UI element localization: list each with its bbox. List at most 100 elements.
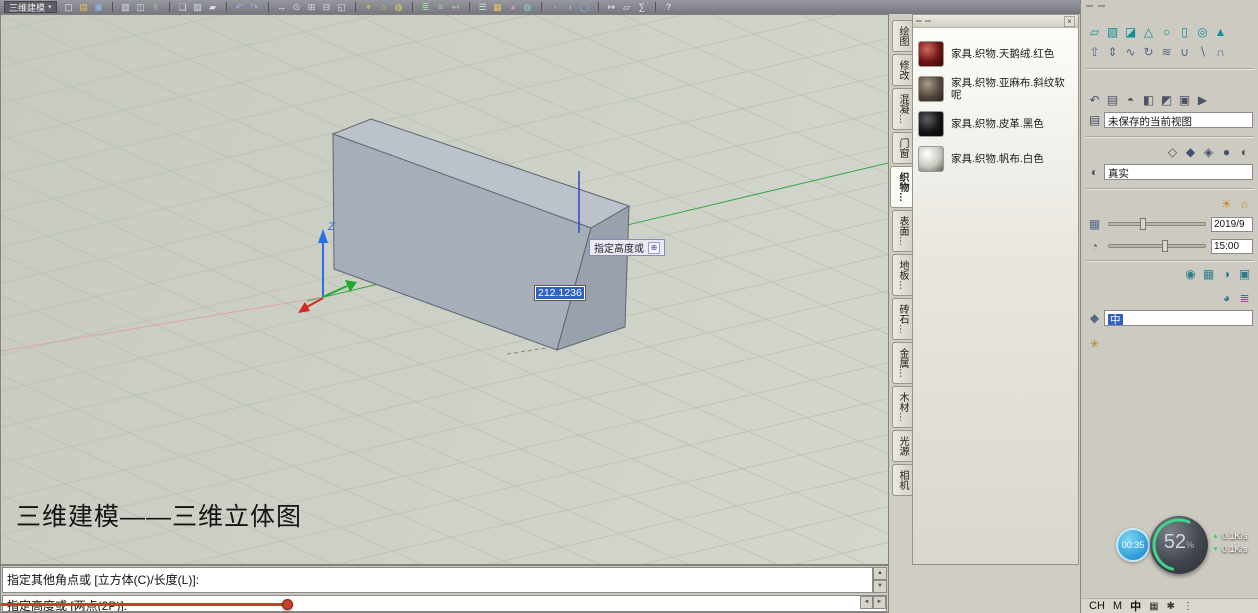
date-slider[interactable] — [1108, 222, 1206, 226]
video-progress-bar[interactable] — [1, 603, 287, 606]
redo-icon[interactable]: ↷ — [249, 1, 261, 13]
union-icon[interactable]: ∪ — [1176, 44, 1193, 60]
model-viewport[interactable]: Z 指定高度或 ⊕ 212.1236 三维建模——三维立体图 — [0, 14, 889, 565]
materials-icon[interactable]: ◕ — [507, 1, 519, 13]
paste-icon[interactable]: ▨ — [192, 1, 204, 13]
render-statistics-icon[interactable]: ≣ — [1236, 290, 1253, 306]
palette-tab-fabric[interactable]: 织物… — [890, 166, 912, 208]
ime-more-icon[interactable]: ⋮ — [1183, 601, 1193, 612]
view-undo-icon[interactable]: ↶ — [1086, 92, 1103, 108]
memory-usage-ball[interactable]: 52 % — [1150, 516, 1208, 574]
palette-grip-icon[interactable]: ▬ — [916, 18, 922, 24]
visual-style-combo[interactable]: 真实 — [1104, 164, 1253, 180]
ime-lang[interactable]: CH — [1089, 600, 1105, 612]
revolve-icon[interactable]: ↻ — [1140, 44, 1157, 60]
palette-tab-draw[interactable]: 绘图 — [892, 20, 912, 52]
box-icon[interactable]: ▧ — [1104, 24, 1121, 40]
scroll-left-icon[interactable]: ◄ — [860, 596, 873, 609]
render-presets-icon[interactable]: ◍ — [522, 1, 534, 13]
quickcalc-icon[interactable]: ∑ — [636, 1, 648, 13]
ime-mode[interactable]: 中 — [1130, 598, 1141, 613]
material-item-white-canvas[interactable]: 家具.织物.帆布.白色 — [918, 141, 1073, 176]
named-views-icon[interactable]: ▤ — [1104, 92, 1121, 108]
render-preset-icon[interactable]: ◆ — [1086, 310, 1103, 326]
palette-tab-doors[interactable]: 门窗 — [892, 132, 912, 164]
zoom-realtime-icon[interactable]: ⊙ — [291, 1, 303, 13]
orbit-icon[interactable]: ◔ — [549, 1, 561, 13]
palette-grip-icon[interactable]: ▬ — [925, 18, 931, 24]
layer-properties-icon[interactable]: ≣ — [420, 1, 432, 13]
render-icon[interactable]: ◉ — [1182, 266, 1199, 282]
panel-title-grips[interactable]: ▬ ▬ — [1086, 2, 1105, 10]
tool-palettes-icon[interactable]: ▦ — [492, 1, 504, 13]
sphere-icon[interactable]: ○ — [1158, 24, 1175, 40]
ime-settings-icon[interactable]: ✱ — [1167, 601, 1175, 612]
cylinder-icon[interactable]: ▯ — [1176, 24, 1193, 40]
render-environment-icon[interactable]: ◑ — [1218, 266, 1235, 282]
publish-icon[interactable]: ⇪ — [150, 1, 162, 13]
save-icon[interactable]: ▣ — [93, 1, 105, 13]
time-field[interactable]: 15:00 — [1211, 239, 1253, 254]
scroll-up-icon[interactable]: ▲ — [873, 567, 887, 580]
torus-icon[interactable]: ◎ — [1194, 24, 1211, 40]
date-field[interactable]: 2019/9 — [1211, 217, 1253, 232]
scroll-down-icon[interactable]: ▼ — [873, 580, 887, 593]
named-ucs-icon[interactable]: ⌂ — [378, 1, 390, 13]
palette-tab-concrete[interactable]: 混凝… — [892, 88, 912, 130]
layer-prev-icon[interactable]: ↤ — [450, 1, 462, 13]
hidden-style-icon[interactable]: ◈ — [1200, 144, 1217, 160]
palette-tab-metals[interactable]: 金属… — [892, 342, 912, 384]
workspace-switcher[interactable]: 三维建模 ▾ — [4, 1, 57, 13]
matchprop-icon[interactable]: ▰ — [207, 1, 219, 13]
wireframe-3d-icon[interactable]: ◆ — [1182, 144, 1199, 160]
soft-keyboard-icon[interactable]: ▦ — [1149, 601, 1158, 612]
polysolid-icon[interactable]: ▱ — [1086, 24, 1103, 40]
calendar-icon[interactable]: ▦ — [1086, 216, 1103, 232]
render-window-icon[interactable]: ▣ — [1236, 266, 1253, 282]
render-region-icon[interactable]: ▦ — [1200, 266, 1217, 282]
named-views-icon[interactable]: ▤ — [1086, 112, 1103, 128]
view-top-icon[interactable]: ◓ — [1122, 92, 1139, 108]
plot-preview-icon[interactable]: ◫ — [135, 1, 147, 13]
new-icon[interactable]: ▢ — [63, 1, 75, 13]
area-icon[interactable]: ▱ — [621, 1, 633, 13]
dimension-input[interactable]: 212.1236 — [534, 285, 586, 301]
help-icon[interactable]: ? — [663, 1, 675, 13]
properties-icon[interactable]: ☰ — [477, 1, 489, 13]
clock-icon[interactable]: ◔ — [1086, 238, 1103, 254]
zoom-extents-icon[interactable]: ◱ — [336, 1, 348, 13]
view-iso-icon[interactable]: ◩ — [1158, 92, 1175, 108]
current-view-combo[interactable]: 未保存的当前视图 — [1104, 112, 1253, 128]
palette-tab-cameras[interactable]: 相机 — [892, 464, 912, 496]
visual-styles-icon[interactable]: ◐ — [1086, 164, 1103, 180]
copy-icon[interactable]: ❏ — [177, 1, 189, 13]
render-quality-icon[interactable]: ◕ — [1218, 290, 1235, 306]
extrude-icon[interactable]: ⇧ — [1086, 44, 1103, 60]
constrained-orbit-icon[interactable]: ◑ — [564, 1, 576, 13]
undo-icon[interactable]: ↶ — [234, 1, 246, 13]
material-item-red-velvet[interactable]: 家具.织物.天鹅绒.红色 — [918, 36, 1073, 71]
open-icon[interactable]: ▤ — [78, 1, 90, 13]
time-slider[interactable] — [1108, 244, 1206, 248]
palette-tab-flooring[interactable]: 地板… — [892, 254, 912, 296]
show-motion-icon[interactable]: ▶ — [1194, 92, 1211, 108]
presspull-icon[interactable]: ⇕ — [1104, 44, 1121, 60]
sun-status-icon[interactable]: ☀ — [1218, 196, 1235, 212]
pan-icon[interactable]: ↔ — [276, 1, 288, 13]
view-front-icon[interactable]: ◧ — [1140, 92, 1157, 108]
distance-icon[interactable]: ↦ — [606, 1, 618, 13]
palette-tab-lights[interactable]: 光源 — [892, 430, 912, 462]
ucs-world-icon[interactable]: ◍ — [393, 1, 405, 13]
loft-icon[interactable]: ≋ — [1158, 44, 1175, 60]
zoom-window-icon[interactable]: ⊞ — [306, 1, 318, 13]
cone-icon[interactable]: △ — [1140, 24, 1157, 40]
palette-tab-woods[interactable]: 木材… — [892, 386, 912, 428]
recording-timer-badge[interactable]: 00:35 — [1116, 528, 1150, 562]
free-orbit-icon[interactable]: ◯ — [579, 1, 591, 13]
intersect-icon[interactable]: ∩ — [1212, 44, 1229, 60]
palette-tab-modify[interactable]: 修改 — [892, 54, 912, 86]
material-item-black-leather[interactable]: 家具.织物.皮革.黑色 — [918, 106, 1073, 141]
zoom-previous-icon[interactable]: ⊟ — [321, 1, 333, 13]
plot-icon[interactable]: ▥ — [120, 1, 132, 13]
date-slider-handle[interactable] — [1140, 218, 1146, 230]
